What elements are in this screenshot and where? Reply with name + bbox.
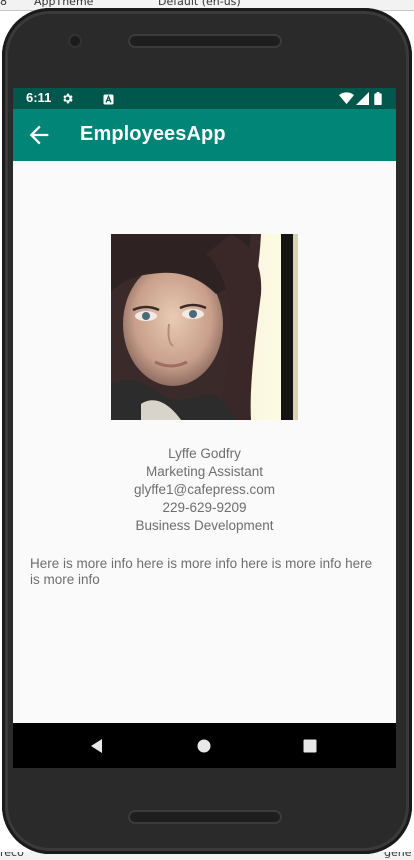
app-bar: EmployeesApp: [13, 109, 396, 161]
battery-icon: [374, 92, 382, 105]
locale-selector[interactable]: Default (en-us): [158, 0, 241, 8]
app-title: EmployeesApp: [80, 123, 226, 145]
wifi-icon: [339, 92, 354, 105]
ide-status-fragment-right: gene: [384, 852, 412, 859]
theme-selector[interactable]: AppTheme: [34, 0, 93, 8]
employee-department: Business Development: [135, 518, 274, 533]
settings-icon: [63, 93, 73, 104]
status-time: 6:11: [26, 90, 52, 105]
notification-a-icon: [103, 94, 114, 105]
employee-phone: 229-629-9209: [162, 500, 247, 515]
status-bar: 6:11: [13, 88, 396, 109]
employee-name: Lyffe Godfry: [168, 446, 241, 461]
system-nav-bar: [13, 723, 396, 768]
back-triangle-icon[interactable]: [87, 736, 107, 756]
recents-square-icon[interactable]: [300, 736, 320, 756]
employee-photo: [111, 234, 298, 420]
device-screen: 6:11 EmployeesApp Lyffe Godfry Marketing…: [13, 88, 396, 768]
employee-portrait-image: [111, 234, 298, 420]
employee-details: Lyffe Godfry Marketing Assistant glyffe1…: [13, 445, 396, 535]
more-info-text: Here is more info here is more info here…: [30, 556, 373, 587]
ide-toolbar-fragment: 8: [0, 0, 7, 8]
employee-detail-content: Lyffe Godfry Marketing Assistant glyffe1…: [13, 161, 396, 723]
ide-status-fragment-left: reco: [0, 852, 24, 859]
bottom-speaker: [128, 810, 282, 824]
signal-icon: [356, 92, 369, 105]
home-circle-icon[interactable]: [194, 736, 214, 756]
top-speaker: [128, 34, 282, 48]
arrow-left-icon[interactable]: [25, 121, 53, 149]
front-camera: [70, 36, 80, 46]
employee-email: glyffe1@cafepress.com: [133, 482, 276, 497]
employee-job-title: Marketing Assistant: [145, 464, 264, 479]
